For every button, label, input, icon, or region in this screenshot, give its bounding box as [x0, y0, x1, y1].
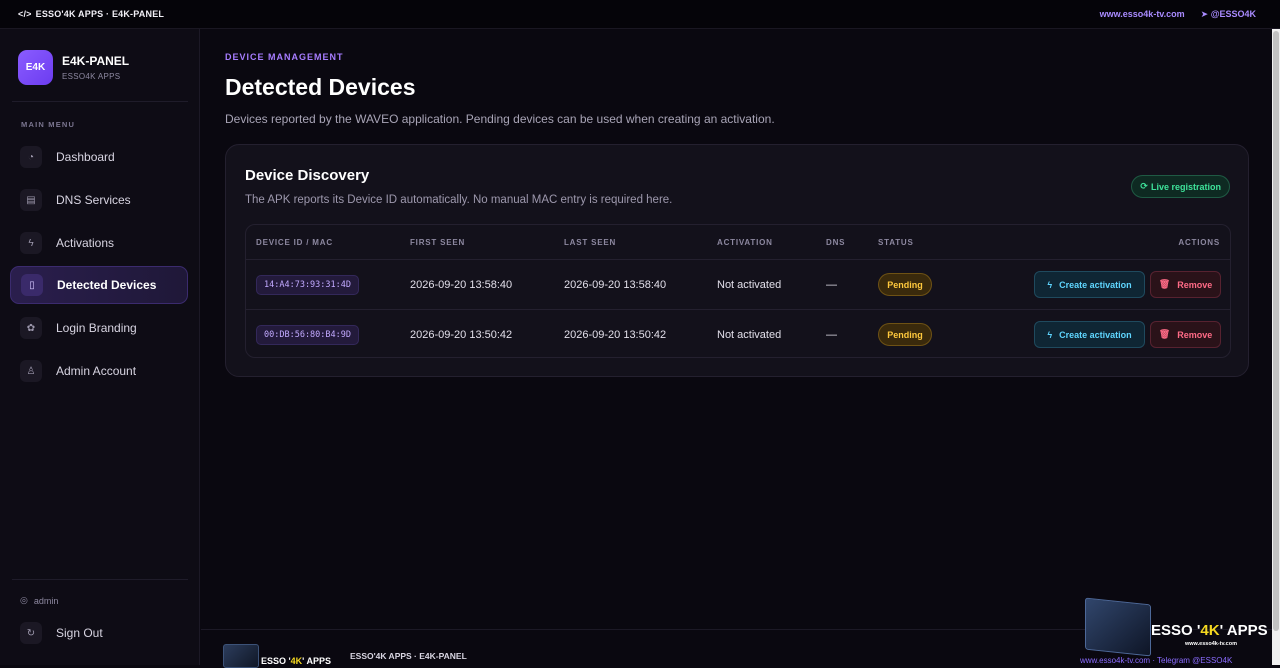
top-brand-text: ESSO'4K APPS · E4K-PANEL	[35, 9, 165, 19]
table-row: 00:DB:56:80:B4:9D 2026-09-20 13:50:42 20…	[246, 309, 1230, 357]
devices-table: DEVICE ID / MAC FIRST SEEN LAST SEEN ACT…	[245, 224, 1231, 358]
sidebar-item-label: Dashboard	[56, 150, 115, 164]
remove-button[interactable]: 🗑 Remove	[1150, 271, 1221, 298]
sidebar-item-label: Detected Devices	[57, 278, 157, 292]
bolt-icon: ϟ	[1047, 329, 1053, 340]
col-status: STATUS	[878, 238, 914, 247]
gauge-icon: ◔	[20, 146, 42, 168]
first-seen-cell: 2026-09-20 13:58:40	[410, 279, 513, 291]
bolt-icon: ϟ	[20, 232, 42, 254]
page-scrollbar[interactable]	[1272, 29, 1280, 665]
watermark-title-part: ' APPS	[1219, 622, 1268, 639]
remove-label: Remove	[1177, 329, 1213, 340]
sidebar: E4K E4K-PANEL ESSO4K APPS MAIN MENU ◔ Da…	[0, 29, 200, 665]
create-activation-button[interactable]: ϟ Create activation	[1034, 321, 1145, 348]
sign-out-icon: ↻	[20, 622, 42, 644]
watermark-title-part: ESSO '	[1151, 622, 1201, 639]
create-activation-label: Create activation	[1059, 329, 1132, 340]
create-activation-button[interactable]: ϟ Create activation	[1034, 271, 1145, 298]
sidebar-item-activations[interactable]: ϟ Activations	[10, 224, 188, 262]
logo-title: E4K-PANEL	[62, 54, 130, 68]
top-brand: </> ESSO'4K APPS · E4K-PANEL	[18, 9, 164, 19]
palette-icon: ✿	[20, 317, 42, 339]
logo-subtitle: ESSO4K APPS	[62, 72, 121, 81]
remove-label: Remove	[1177, 279, 1213, 290]
remove-button[interactable]: 🗑 Remove	[1150, 321, 1221, 348]
scrollbar-thumb[interactable]	[1273, 31, 1279, 631]
sidebar-divider	[12, 101, 188, 102]
dns-cell: —	[826, 279, 837, 291]
sign-out-button[interactable]: ↻ Sign Out	[10, 614, 188, 652]
sidebar-item-label: Activations	[56, 236, 115, 250]
user-circle-icon: ◎	[20, 595, 28, 605]
telegram-icon: ➤	[1200, 8, 1211, 19]
trash-icon: 🗑	[1158, 279, 1171, 289]
telegram-handle: @ESSO4K	[1210, 8, 1256, 19]
brand-watermark: ESSO '4K' APPS www.esso4k-tv.com www.ess…	[1080, 597, 1280, 665]
website-link[interactable]: www.esso4k-tv.com	[1100, 9, 1185, 20]
dns-cell: —	[826, 329, 837, 341]
sidebar-item-login-branding[interactable]: ✿ Login Branding	[10, 309, 188, 347]
last-seen-cell: 2026-09-20 13:58:40	[564, 279, 667, 291]
col-device-id: DEVICE ID / MAC	[256, 238, 333, 247]
footer-logo-thumbnail	[223, 644, 259, 668]
logo-mark: E4K	[18, 50, 53, 85]
col-first-seen: FIRST SEEN	[410, 238, 466, 247]
card-title: Device Discovery	[245, 167, 370, 184]
device-icon: ▯	[21, 274, 43, 296]
first-seen-cell: 2026-09-20 13:50:42	[410, 329, 513, 341]
sidebar-item-label: Admin Account	[56, 364, 137, 378]
col-dns: DNS	[826, 238, 846, 247]
sidebar-item-dashboard[interactable]: ◔ Dashboard	[10, 138, 188, 176]
sign-out-label: Sign Out	[56, 626, 103, 640]
top-bar: </> ESSO'4K APPS · E4K-PANEL www.esso4k-…	[0, 0, 1280, 29]
create-activation-label: Create activation	[1059, 279, 1132, 290]
watermark-title-highlight: 4K	[1200, 622, 1220, 639]
server-icon: ▤	[20, 189, 42, 211]
card-description: The APK reports its Device ID automatica…	[245, 194, 673, 206]
refresh-icon: ⟳	[1140, 181, 1148, 191]
top-links: www.esso4k-tv.com ➤ @ESSO4K	[1100, 9, 1256, 20]
activation-cell: Not activated	[717, 329, 782, 341]
table-row: 14:A4:73:93:31:4D 2026-09-20 13:58:40 20…	[246, 260, 1230, 310]
bolt-icon: ϟ	[1047, 279, 1053, 290]
last-seen-cell: 2026-09-20 13:50:42	[564, 329, 667, 341]
sidebar-divider	[12, 579, 188, 580]
device-id-chip: 00:DB:56:80:B4:9D	[256, 325, 359, 345]
sidebar-item-label: DNS Services	[56, 193, 131, 207]
current-user: ◎ admin	[20, 595, 58, 606]
page-description: Devices reported by the WAVEO applicatio…	[225, 112, 775, 126]
sidebar-item-detected-devices[interactable]: ▯ Detected Devices	[10, 266, 188, 304]
code-icon: </>	[18, 9, 32, 19]
user-cog-icon: ♙	[20, 360, 42, 382]
watermark-links[interactable]: www.esso4k-tv.com · Telegram @ESSO4K	[1080, 656, 1232, 665]
watermark-url: www.esso4k-tv.com	[1185, 641, 1237, 647]
col-activation: ACTIVATION	[717, 238, 773, 247]
table-header: DEVICE ID / MAC FIRST SEEN LAST SEEN ACT…	[246, 225, 1230, 260]
page-eyebrow: DEVICE MANAGEMENT	[225, 52, 344, 62]
live-registration-badge: ⟳ Live registration	[1131, 175, 1230, 198]
col-actions: ACTIONS	[1178, 238, 1220, 247]
status-badge: Pending	[878, 323, 932, 346]
device-id-chip: 14:A4:73:93:31:4D	[256, 275, 359, 295]
sidebar-item-admin-account[interactable]: ♙ Admin Account	[10, 352, 188, 390]
menu-label: MAIN MENU	[21, 120, 76, 129]
trash-icon: 🗑	[1158, 329, 1171, 339]
sidebar-item-dns-services[interactable]: ▤ DNS Services	[10, 181, 188, 219]
device-discovery-card: Device Discovery The APK reports its Dev…	[225, 144, 1249, 377]
live-badge-label: Live registration	[1150, 181, 1221, 192]
page-title: Detected Devices	[225, 74, 416, 100]
telegram-link[interactable]: ➤ @ESSO4K	[1201, 9, 1256, 20]
watermark-thumbnail	[1085, 597, 1151, 657]
status-badge: Pending	[878, 273, 932, 296]
main-content: DEVICE MANAGEMENT Detected Devices Devic…	[201, 29, 1280, 668]
current-user-name: admin	[33, 595, 59, 606]
activation-cell: Not activated	[717, 279, 782, 291]
sidebar-item-label: Login Branding	[56, 321, 137, 335]
footer-brand: ESSO'4K APPS · E4K-PANEL	[350, 651, 467, 661]
col-last-seen: LAST SEEN	[564, 238, 617, 247]
watermark-title: ESSO '4K' APPS	[1151, 622, 1268, 639]
